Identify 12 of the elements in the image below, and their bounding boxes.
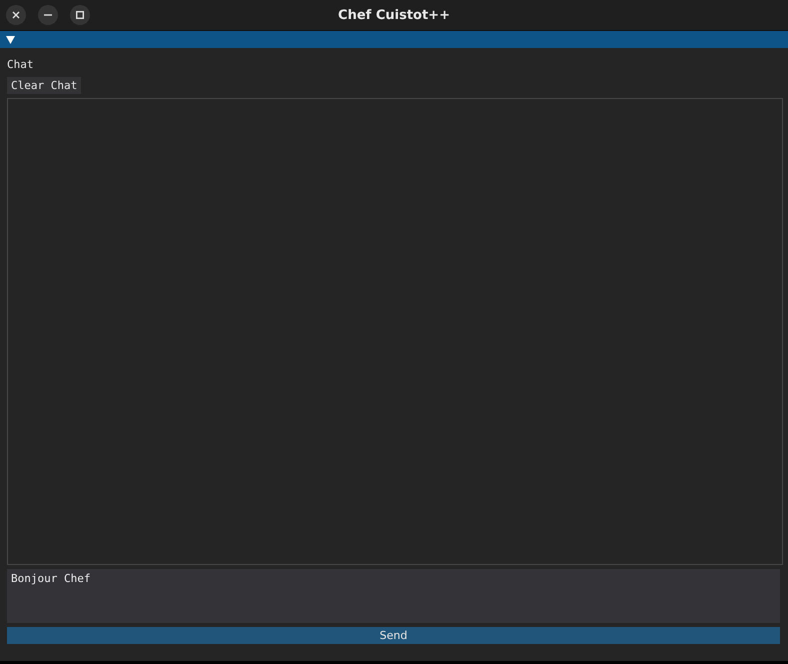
clear-chat-button[interactable]: Clear Chat [7, 77, 82, 94]
close-button[interactable] [6, 5, 26, 25]
minimize-button[interactable] [38, 5, 58, 25]
minimize-icon [44, 14, 52, 16]
send-button[interactable]: Send [7, 627, 780, 644]
maximize-icon [76, 11, 84, 19]
maximize-button[interactable] [70, 5, 90, 25]
chat-label: Chat [7, 58, 34, 72]
triangle-down-icon [6, 35, 15, 44]
window-title: Chef Cuistot++ [338, 8, 450, 22]
close-icon [12, 11, 20, 19]
message-input[interactable]: Bonjour Chef [7, 569, 780, 623]
